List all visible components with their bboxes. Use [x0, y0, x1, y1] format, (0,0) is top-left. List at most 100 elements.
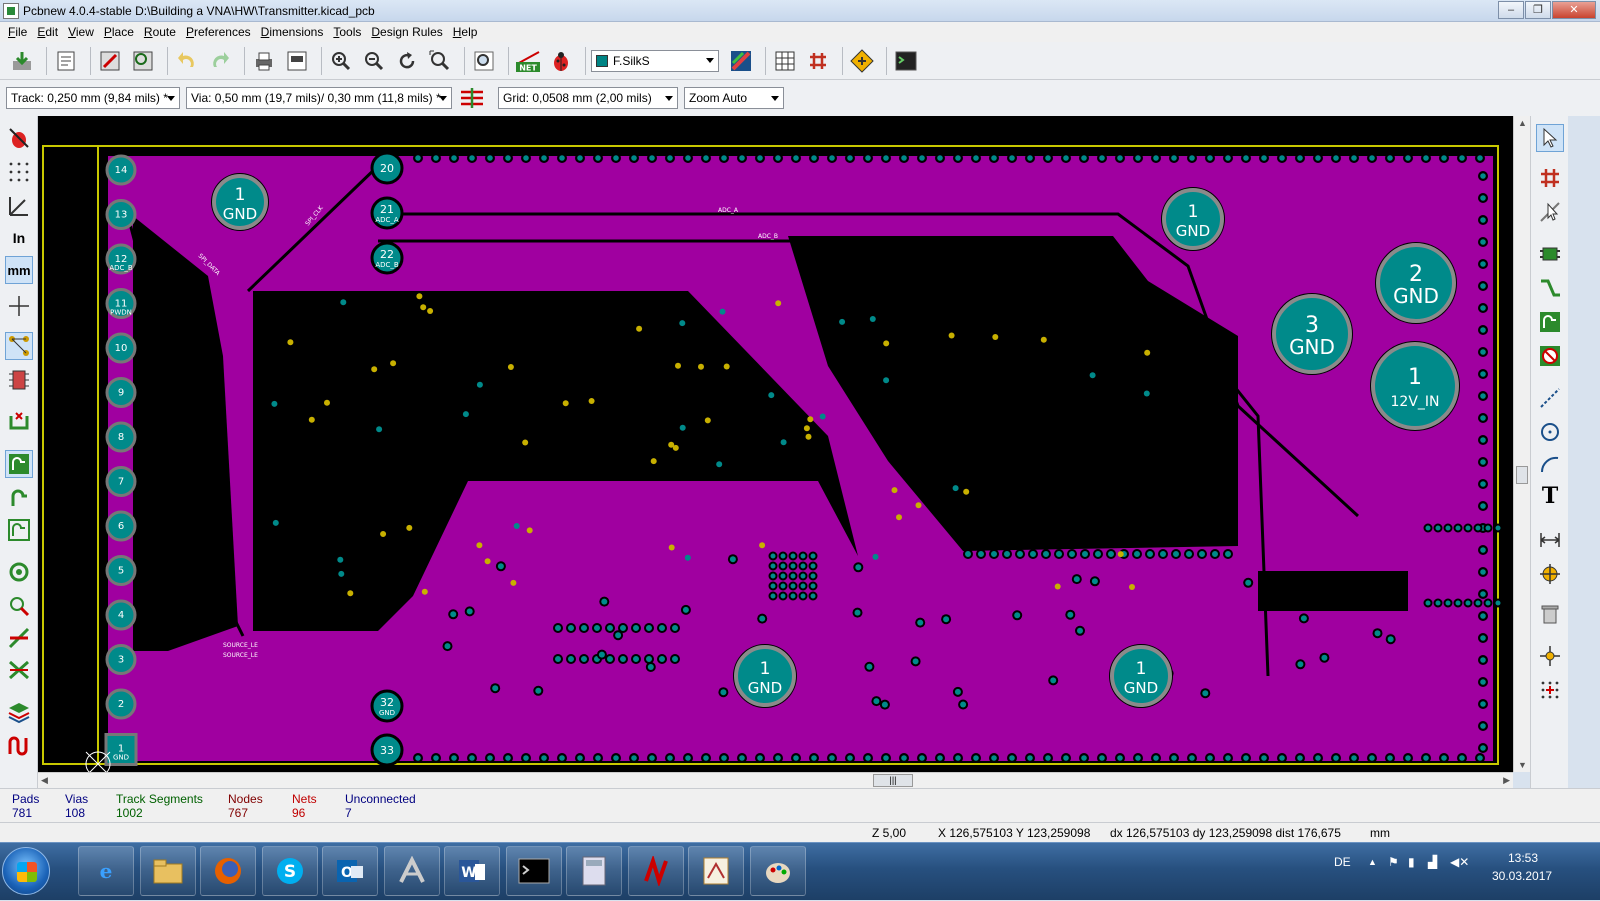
pad-sketch-icon[interactable]	[5, 558, 33, 586]
highlight-net-icon[interactable]	[1536, 164, 1564, 192]
show-zones-icon[interactable]	[5, 450, 33, 478]
drc-ladybug-icon[interactable]	[547, 47, 575, 75]
netlist-icon[interactable]: NET	[514, 47, 542, 75]
mode-track-icon[interactable]	[848, 47, 876, 75]
add-keepout-icon[interactable]	[1536, 342, 1564, 370]
horizontal-scrollbar[interactable]: ◀ ||| ▶	[38, 772, 1513, 788]
vertical-scroll-thumb[interactable]	[1516, 466, 1528, 484]
zoom-in-icon[interactable]	[327, 47, 355, 75]
show-hidden-icons-icon[interactable]: ▲	[1368, 857, 1377, 867]
local-ratsnest-icon[interactable]	[1536, 198, 1564, 226]
network-icon[interactable]: ▟	[1428, 855, 1437, 869]
via-sketch-icon[interactable]	[5, 592, 33, 620]
explorer-folder-icon[interactable]	[140, 846, 196, 896]
microwave-tools-icon[interactable]	[5, 732, 33, 760]
add-footprint-icon[interactable]	[1536, 240, 1564, 268]
calculator-icon[interactable]	[566, 846, 622, 896]
skype-icon[interactable]: S	[262, 846, 318, 896]
kicad-icon[interactable]	[688, 846, 744, 896]
menu-edit[interactable]: Edit	[37, 25, 58, 39]
plot-icon[interactable]	[283, 47, 311, 75]
select-tool-icon[interactable]	[1536, 124, 1564, 152]
show-grid-icon[interactable]	[5, 158, 33, 186]
internet-explorer-icon[interactable]: e	[78, 846, 134, 896]
battery-icon[interactable]: ▮	[1408, 855, 1415, 869]
layers-manager-icon[interactable]	[5, 698, 33, 726]
zone-sketch-icon[interactable]	[5, 516, 33, 544]
zone-outline-icon[interactable]	[5, 484, 33, 512]
scroll-left-icon[interactable]: ◀	[41, 775, 48, 786]
scroll-down-icon[interactable]: ▼	[1518, 760, 1527, 770]
cursor-shape-icon[interactable]	[5, 292, 33, 320]
ltspice-icon[interactable]	[628, 846, 684, 896]
menu-dimensions[interactable]: Dimensions	[261, 25, 324, 39]
zoom-out-icon[interactable]	[360, 47, 388, 75]
high-contrast-icon[interactable]	[5, 656, 33, 684]
set-drill-origin-icon[interactable]	[1536, 642, 1564, 670]
module-ratsnest-icon[interactable]	[5, 366, 33, 394]
scroll-up-icon[interactable]: ▲	[1518, 118, 1527, 128]
print-icon[interactable]	[250, 47, 278, 75]
add-circle-icon[interactable]	[1536, 418, 1564, 446]
word-icon[interactable]: W	[444, 846, 500, 896]
add-dimension-icon[interactable]	[1536, 526, 1564, 554]
drc-off-icon[interactable]	[5, 124, 33, 152]
command-prompt-icon[interactable]	[506, 846, 562, 896]
paint-icon[interactable]	[750, 846, 806, 896]
menu-tools[interactable]: Tools	[333, 25, 361, 39]
add-text-icon[interactable]: T	[1536, 482, 1564, 510]
grid-select[interactable]: Grid: 0,0508 mm (2,00 mils)	[498, 87, 678, 109]
pcb-drawing[interactable]: 141312ADC_B11PWDN10987654321GND 2021ADC_…	[38, 116, 1513, 772]
auto-track-width-icon[interactable]	[458, 84, 486, 112]
menu-place[interactable]: Place	[104, 25, 134, 39]
start-button[interactable]	[2, 847, 50, 895]
autoroute-icon[interactable]	[804, 47, 832, 75]
open-module-editor-icon[interactable]	[96, 47, 124, 75]
close-button[interactable]: ✕	[1552, 1, 1596, 19]
restore-button[interactable]: ❐	[1525, 1, 1551, 19]
set-grid-origin-icon[interactable]	[1536, 676, 1564, 704]
layer-selector[interactable]: F.SilkS	[591, 49, 719, 72]
page-settings-icon[interactable]	[52, 47, 80, 75]
input-language[interactable]: DE	[1334, 855, 1351, 869]
add-line-icon[interactable]	[1536, 384, 1564, 412]
layer-pair-icon[interactable]	[727, 47, 755, 75]
via-size-select[interactable]: Via: 0,50 mm (19,7 mils)/ 0,30 mm (11,8 …	[186, 87, 452, 109]
zoom-select[interactable]: Zoom Auto	[684, 87, 784, 109]
track-width-select[interactable]: Track: 0,250 mm (9,84 mils) *	[6, 87, 180, 109]
flag-icon[interactable]: ⚑	[1388, 855, 1399, 869]
units-inch-button[interactable]: In	[5, 224, 33, 252]
menu-view[interactable]: View	[68, 25, 94, 39]
firefox-icon[interactable]	[200, 846, 256, 896]
polar-coords-icon[interactable]	[5, 192, 33, 220]
menu-file[interactable]: File	[8, 25, 27, 39]
zoom-redraw-icon[interactable]	[393, 47, 421, 75]
minimize-button[interactable]: –	[1498, 1, 1524, 19]
outlook-icon[interactable]: O	[322, 846, 378, 896]
vertical-scrollbar[interactable]: ▲ ▼	[1513, 116, 1530, 772]
clock-time[interactable]: 13:53	[1508, 851, 1538, 865]
delete-tool-icon[interactable]	[1536, 600, 1564, 628]
units-mm-button[interactable]: mm	[5, 256, 33, 284]
undo-icon[interactable]	[173, 47, 201, 75]
horizontal-scroll-thumb[interactable]: |||	[873, 774, 913, 787]
show-ratsnest-icon[interactable]	[5, 332, 33, 360]
menu-preferences[interactable]: Preferences	[186, 25, 251, 39]
auto-delete-track-icon[interactable]	[5, 408, 33, 436]
open-module-viewer-icon[interactable]	[129, 47, 157, 75]
route-track-icon[interactable]	[1536, 274, 1564, 302]
clock-date[interactable]: 30.03.2017	[1492, 869, 1552, 883]
menu-route[interactable]: Route	[144, 25, 176, 39]
redo-icon[interactable]	[206, 47, 234, 75]
scroll-right-icon[interactable]: ▶	[1503, 775, 1510, 786]
track-sketch-icon[interactable]	[5, 624, 33, 652]
save-board-icon[interactable]	[8, 47, 36, 75]
zoom-fit-icon[interactable]	[426, 47, 454, 75]
scripting-console-icon[interactable]	[892, 47, 920, 75]
menu-design-rules[interactable]: Design Rules	[371, 25, 442, 39]
menu-help[interactable]: Help	[453, 25, 478, 39]
add-arc-icon[interactable]	[1536, 450, 1564, 478]
altium-icon[interactable]	[384, 846, 440, 896]
add-zone-icon[interactable]	[1536, 308, 1564, 336]
read-netlist-icon[interactable]	[771, 47, 799, 75]
